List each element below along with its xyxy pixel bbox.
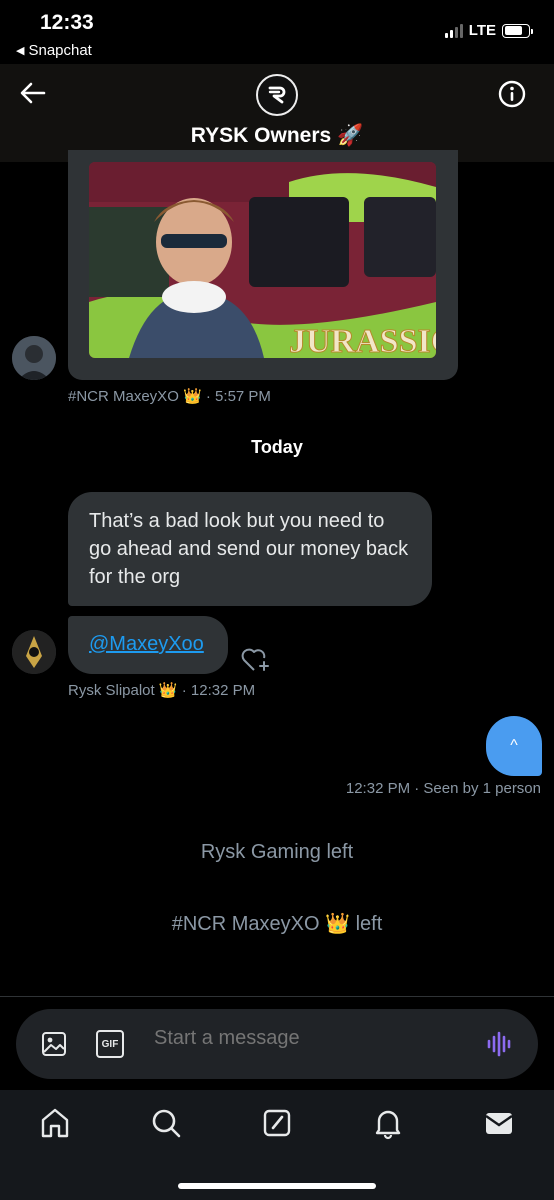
message-time: · 12:32 PM: [181, 682, 256, 699]
signal-icon: [444, 23, 463, 38]
home-icon[interactable]: [38, 1106, 72, 1140]
system-message: Rysk Gaming left: [200, 841, 354, 863]
crown-emoji: 👑: [183, 388, 202, 405]
message-input[interactable]: [154, 1027, 454, 1050]
conversation-title[interactable]: RYSK Owners 🚀: [0, 124, 554, 148]
message-composer[interactable]: GIF: [16, 1009, 538, 1079]
info-icon[interactable]: [498, 80, 526, 108]
day-divider: Today: [251, 437, 303, 457]
home-indicator[interactable]: [178, 1183, 376, 1189]
photo-illustration: JURASSIC P: [89, 162, 436, 358]
message-bubble[interactable]: That’s a bad look but you need to go ahe…: [68, 492, 432, 606]
rysk-logo-icon: [268, 86, 286, 104]
composer-area: GIF: [0, 996, 554, 1090]
mention-bubble[interactable]: @MaxeyXoo: [68, 616, 228, 674]
back-app-label: Snapchat: [28, 42, 92, 59]
mention-link[interactable]: @MaxeyXoo: [89, 633, 204, 655]
jurassic-text: JURASSIC P: [289, 323, 436, 358]
voice-message-icon[interactable]: [486, 1031, 514, 1057]
network-label: LTE: [468, 22, 496, 39]
shared-photo[interactable]: JURASSIC P: [89, 162, 436, 358]
status-bar: 12:33 ◀ Snapchat LTE: [0, 0, 554, 64]
sent-message-bubble[interactable]: ^: [486, 716, 542, 776]
sender-name: Rysk Slipalot: [68, 682, 155, 699]
image-message[interactable]: JURASSIC P: [68, 150, 458, 380]
messages-icon[interactable]: [482, 1106, 516, 1140]
image-icon[interactable]: [40, 1030, 68, 1058]
status-indicators: LTE: [444, 22, 533, 39]
seen-status: 12:32 PM · Seen by 1 person: [345, 780, 541, 797]
battery-icon: [502, 23, 533, 38]
back-triangle-icon: ◀: [16, 45, 25, 57]
avatar-image: [12, 336, 56, 380]
search-icon[interactable]: [149, 1106, 183, 1140]
system-message-name: #NCR MaxeyXO: [171, 913, 320, 935]
add-reaction-icon[interactable]: [240, 646, 270, 674]
system-message-suffix: left: [355, 913, 383, 935]
compose-icon[interactable]: [260, 1106, 294, 1140]
message-meta: #NCR MaxeyXO 👑 · 5:57 PM: [68, 387, 271, 405]
message-meta: Rysk Slipalot 👑 · 12:32 PM: [68, 681, 255, 699]
notifications-icon[interactable]: [371, 1106, 405, 1140]
conversation-header: RYSK Owners 🚀: [0, 64, 554, 162]
status-time: 12:33: [40, 11, 94, 34]
sender-avatar-slipalot[interactable]: [12, 630, 56, 674]
back-to-app-link[interactable]: ◀ Snapchat: [16, 42, 92, 59]
message-time: · 5:57 PM: [205, 388, 271, 405]
arrow-left-icon[interactable]: [18, 78, 48, 108]
sender-name: #NCR MaxeyXO: [68, 388, 179, 405]
system-message: #NCR MaxeyXO 👑 left: [0, 911, 554, 936]
crown-emoji: 👑: [325, 913, 351, 935]
conversation-title-text: RYSK Owners: [190, 124, 332, 147]
crown-emoji: 👑: [158, 682, 178, 699]
gif-icon[interactable]: GIF: [96, 1030, 124, 1058]
avatar-image: [12, 630, 56, 674]
sender-avatar-maxey[interactable]: [12, 336, 56, 380]
group-avatar[interactable]: [256, 74, 298, 116]
rocket-emoji: 🚀: [337, 124, 364, 147]
